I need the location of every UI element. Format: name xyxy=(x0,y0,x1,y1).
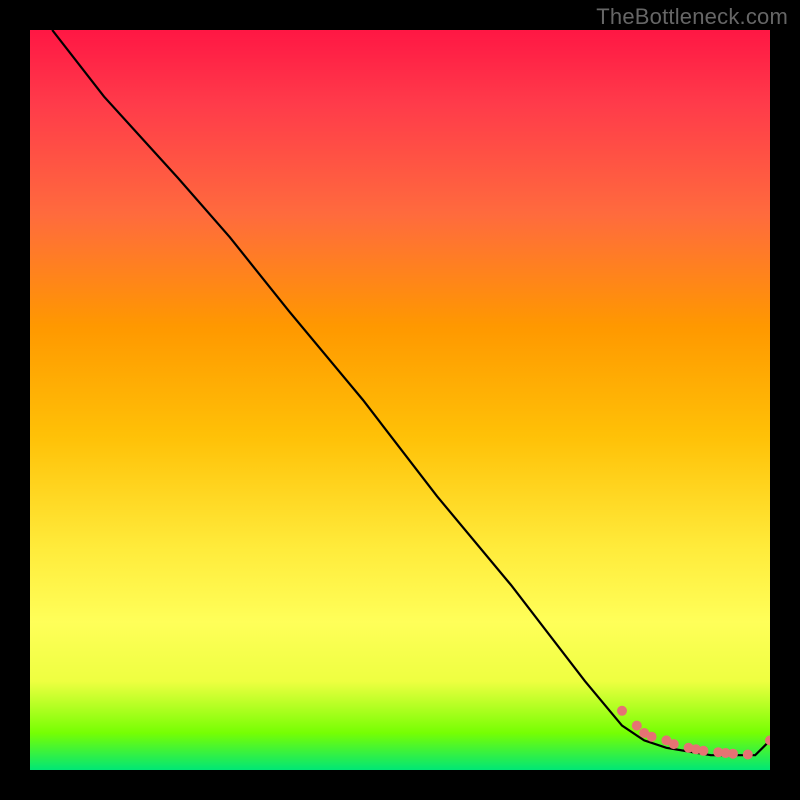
scatter-point xyxy=(617,706,627,716)
chart-overlay xyxy=(30,30,770,770)
scatter-point xyxy=(728,749,738,759)
scatter-points xyxy=(617,706,770,760)
main-curve xyxy=(52,30,770,755)
scatter-point xyxy=(743,750,753,760)
scatter-point xyxy=(698,746,708,756)
scatter-point xyxy=(669,739,679,749)
scatter-point xyxy=(647,732,657,742)
watermark-text: TheBottleneck.com xyxy=(596,4,788,30)
scatter-point xyxy=(632,721,642,731)
